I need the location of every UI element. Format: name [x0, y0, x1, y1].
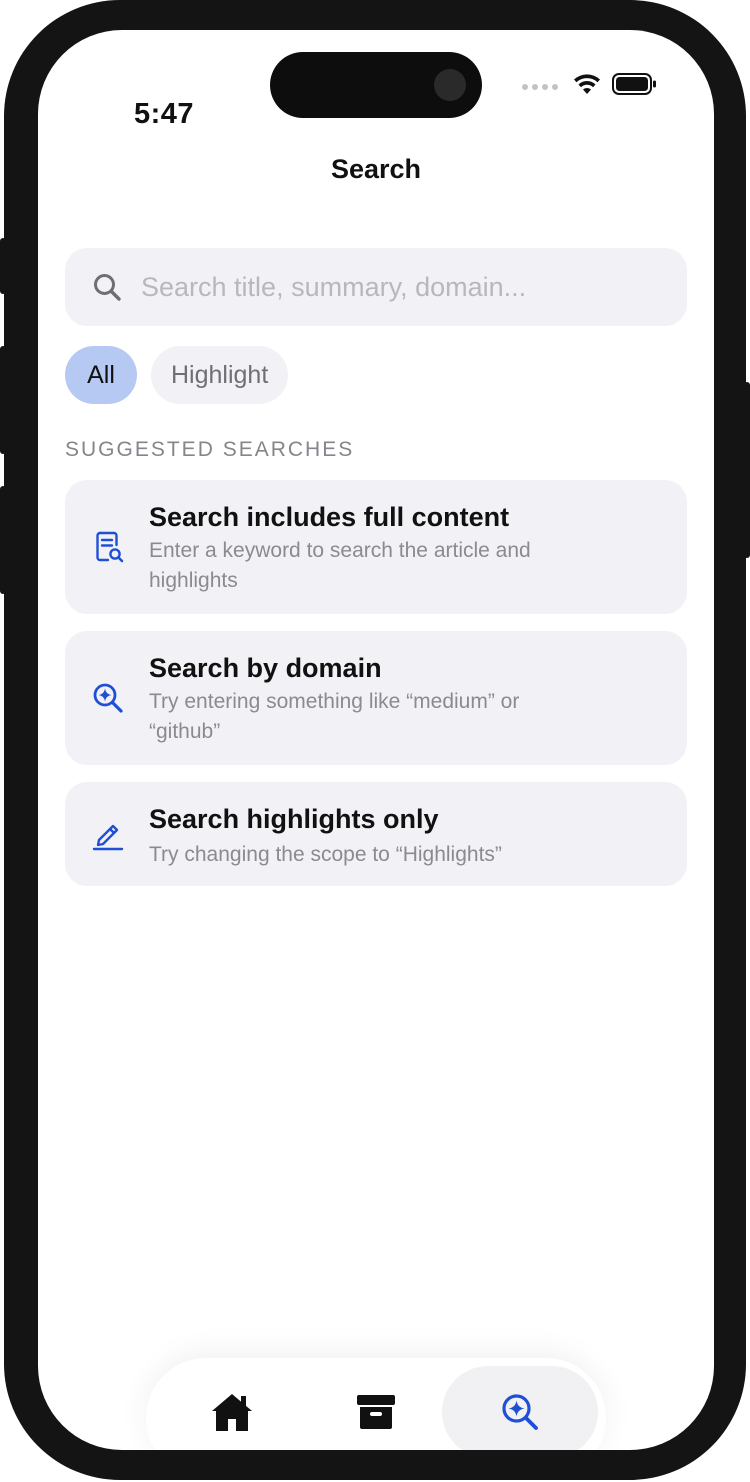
search-sparkle-icon: [502, 1394, 538, 1430]
status-indicators: [522, 72, 658, 96]
search-input[interactable]: [139, 270, 663, 304]
suggestion-card-full-content[interactable]: Search includes full content Enter a key…: [65, 480, 687, 614]
suggestion-card-domain[interactable]: Search by domain Try entering something …: [65, 631, 687, 765]
suggestion-title: Search by domain: [149, 653, 382, 683]
action-button: [0, 238, 6, 294]
search-icon: [94, 274, 121, 301]
zoom-sparkle-icon: [93, 683, 123, 713]
section-header: SUGGESTED SEARCHES: [65, 438, 355, 461]
wifi-icon: [574, 74, 600, 94]
search-bar[interactable]: [65, 248, 687, 326]
volume-up-button: [0, 346, 6, 454]
suggestion-description: Try changing the scope to “Highlights”: [149, 843, 502, 866]
suggestion-description: Enter a keyword to search the article an…: [149, 539, 531, 592]
page-title: Search: [330, 154, 422, 184]
suggestion-card-highlights[interactable]: Search highlights only Try changing the …: [65, 782, 687, 886]
tab-bar: [146, 1358, 606, 1450]
volume-down-button: [0, 486, 6, 594]
pencil-icon: [92, 824, 124, 851]
screen: 5:47 Search All Highlight SUGGESTED: [38, 30, 714, 1450]
battery-icon: [612, 73, 656, 95]
tab-archive[interactable]: [298, 1366, 454, 1450]
suggestion-title: Search highlights only: [149, 804, 439, 834]
archive-icon: [357, 1395, 395, 1429]
document-search-icon: [96, 531, 124, 563]
scope-chip-all[interactable]: All: [65, 346, 137, 404]
cellular-signal-icon: [522, 84, 558, 90]
suggestion-title: Search includes full content: [149, 502, 510, 532]
tab-search[interactable]: [442, 1366, 598, 1450]
home-icon: [212, 1394, 252, 1431]
scope-chips: All Highlight: [65, 346, 289, 404]
scope-chip-highlight[interactable]: Highlight: [151, 346, 289, 404]
front-camera: [434, 69, 466, 101]
status-time: 5:47: [134, 98, 195, 130]
power-button: [744, 382, 750, 558]
dynamic-island: [270, 52, 482, 118]
suggestion-description: Try entering something like “medium” or …: [149, 690, 520, 743]
tab-home[interactable]: [154, 1366, 310, 1450]
